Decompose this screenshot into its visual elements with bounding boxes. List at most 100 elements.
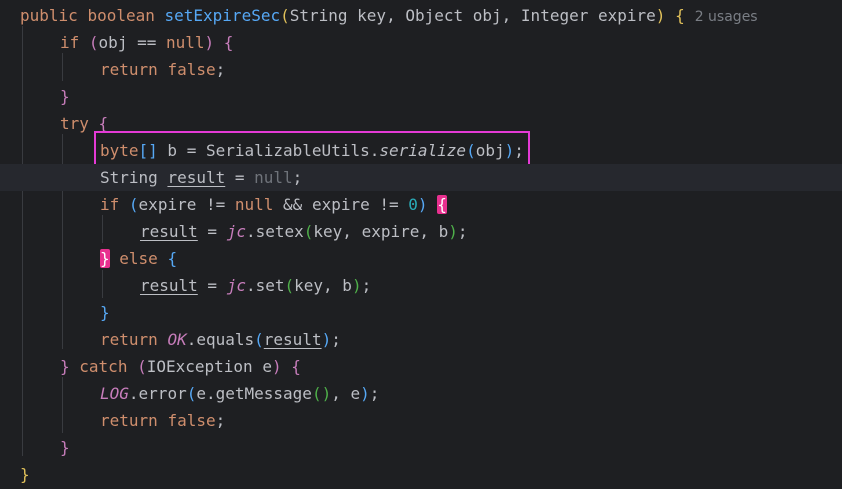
code-token: if	[60, 33, 89, 52]
code-text: if (obj == null) {	[60, 29, 233, 56]
code-token: (	[466, 141, 476, 160]
code-token: null	[254, 168, 293, 187]
code-token: (	[303, 222, 314, 241]
code-line-4[interactable]: }	[0, 83, 842, 110]
code-text: LOG.error(e.getMessage(), e);	[100, 380, 379, 407]
code-token: String	[100, 168, 168, 187]
code-token: obj	[475, 141, 505, 160]
usages-hint[interactable]: 2 usages	[695, 9, 758, 25]
code-text: }	[100, 299, 110, 326]
code-line-16[interactable]: return false;	[0, 407, 842, 434]
code-token: serialize	[379, 141, 467, 160]
code-line-5[interactable]: try {	[0, 110, 842, 137]
code-token: .setex	[245, 222, 304, 241]
code-token: OK	[167, 330, 187, 349]
code-token: (	[137, 357, 147, 376]
code-line-11[interactable]: result = jc.set(key, b);	[0, 272, 842, 299]
code-token: result	[140, 222, 198, 241]
code-token: (	[88, 33, 99, 52]
code-line-2[interactable]: if (obj == null) {	[0, 29, 842, 56]
code-token: {	[98, 114, 109, 133]
code-token: null	[165, 33, 205, 52]
code-token: , e	[331, 384, 361, 403]
code-token: }	[60, 87, 70, 106]
code-token: e.getMessage	[196, 384, 312, 403]
code-token: }	[60, 438, 70, 457]
code-token: result	[140, 276, 198, 295]
code-token: )	[351, 276, 362, 295]
code-token: )	[271, 357, 282, 376]
code-text: }	[60, 434, 70, 461]
code-token: .set	[245, 276, 285, 295]
highlighted-code-text: byte[] b = SerializableUtils.serialize(o…	[94, 131, 530, 170]
code-token: ;	[215, 60, 226, 79]
code-token: =	[225, 168, 255, 187]
code-token: IOException e	[146, 357, 272, 376]
code-token: )	[448, 222, 458, 241]
code-line-3[interactable]: return false;	[0, 56, 842, 83]
code-token: byte	[100, 141, 139, 160]
code-line-17[interactable]: }	[0, 434, 842, 461]
code-token: false	[167, 411, 216, 430]
code-line-12[interactable]: }	[0, 299, 842, 326]
code-text: String result = null;	[100, 164, 302, 191]
code-token: return	[100, 330, 168, 349]
code-token: jc	[226, 222, 246, 241]
code-line-7[interactable]: String result = null;	[0, 164, 842, 191]
code-token: b = SerializableUtils.	[157, 141, 380, 160]
code-token: expire !=	[138, 195, 235, 214]
code-text: return OK.equals(result);	[100, 326, 341, 353]
code-token: []	[138, 141, 158, 160]
code-text: result = jc.set(key, b);	[140, 272, 371, 299]
code-text: return false;	[100, 56, 225, 83]
code-token: {	[291, 357, 301, 376]
code-token: false	[167, 60, 216, 79]
code-token: ;	[331, 330, 341, 349]
code-token: ;	[369, 384, 380, 403]
code-token: obj ==	[98, 33, 166, 52]
code-token: setExpireSec	[164, 6, 281, 25]
code-token: result	[263, 330, 322, 349]
code-token: {	[437, 195, 447, 214]
code-line-1[interactable]: public boolean setExpireSec(String key, …	[0, 2, 842, 29]
code-token: }	[100, 303, 110, 322]
code-token: (	[284, 276, 295, 295]
code-text: if (expire != null && expire != 0) {	[100, 191, 447, 218]
code-token: boolean	[87, 6, 165, 25]
code-token: 0	[408, 195, 418, 214]
code-token: ;	[361, 276, 372, 295]
code-token: =	[197, 222, 227, 241]
code-token: )	[204, 33, 215, 52]
code-line-6[interactable]: byte[] b = SerializableUtils.serialize(o…	[0, 131, 842, 170]
code-text: }	[20, 461, 30, 488]
code-token: {	[675, 6, 685, 25]
code-token: }	[100, 249, 110, 268]
code-token: }	[20, 465, 30, 484]
code-line-13[interactable]: return OK.equals(result);	[0, 326, 842, 353]
code-line-18[interactable]: }	[0, 461, 842, 488]
code-token: ;	[457, 222, 468, 241]
code-text: return false;	[100, 407, 225, 434]
code-editor[interactable]: public boolean setExpireSec(String key, …	[0, 0, 842, 489]
code-token: jc	[226, 276, 246, 295]
code-token: .error	[128, 384, 187, 403]
code-token: {	[223, 33, 234, 52]
code-token: if	[100, 195, 129, 214]
code-line-8[interactable]: if (expire != null && expire != 0) {	[0, 191, 842, 218]
code-token: result	[167, 168, 226, 187]
code-line-9[interactable]: result = jc.setex(key, expire, b);	[0, 218, 842, 245]
code-token: (	[254, 330, 264, 349]
code-token: return	[100, 411, 168, 430]
code-line-10[interactable]: } else {	[0, 245, 842, 272]
code-line-14[interactable]: } catch (IOException e) {	[0, 353, 842, 380]
code-token: )	[321, 330, 332, 349]
code-token: return	[100, 60, 168, 79]
code-token: try	[60, 114, 99, 133]
code-token: ()	[311, 384, 332, 403]
code-token: }	[60, 357, 70, 376]
code-token: else	[119, 249, 168, 268]
code-line-15[interactable]: LOG.error(e.getMessage(), e);	[0, 380, 842, 407]
